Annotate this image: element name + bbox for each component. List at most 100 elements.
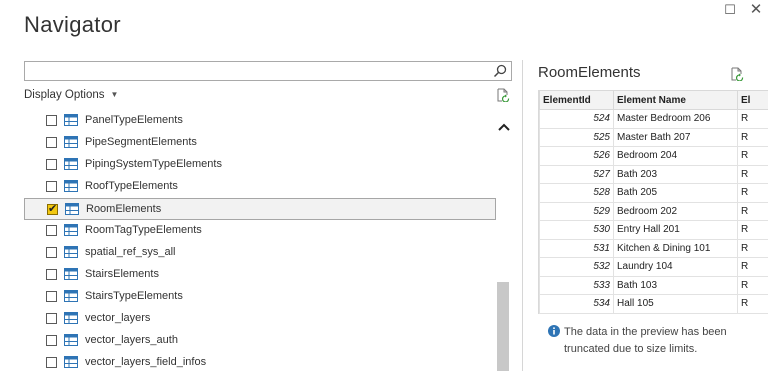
checkbox-checked[interactable]: ✔	[47, 203, 58, 215]
checkbox[interactable]	[46, 291, 57, 302]
table-icon	[65, 203, 79, 215]
checkmark-icon: ✔	[48, 203, 58, 215]
scroll-up-arrow-icon[interactable]	[497, 120, 511, 134]
table-icon	[64, 268, 78, 280]
nav-item-label: StairsTypeElements	[85, 290, 183, 302]
cell-element-name: Kitchen & Dining 101	[613, 238, 738, 258]
search-icon[interactable]	[493, 64, 507, 78]
checkbox[interactable]	[46, 225, 57, 236]
refresh-preview-icon[interactable]	[730, 67, 744, 81]
table-icon	[64, 290, 78, 302]
table-row: 529 Bedroom 202 R	[539, 201, 768, 221]
nav-item[interactable]: vector_layers_field_infos	[24, 352, 496, 371]
scrollbar[interactable]	[496, 110, 512, 371]
chevron-down-icon: ▼	[110, 90, 119, 99]
nav-item-label: RoomTagTypeElements	[85, 224, 202, 236]
cell-truncated: R	[737, 220, 768, 240]
table-row: 528 Bath 205 R	[539, 183, 768, 203]
nav-item-label: vector_layers_auth	[85, 334, 178, 346]
cell-element-id: 527	[539, 164, 614, 184]
cell-element-name: Bath 203	[613, 164, 738, 184]
nav-item-label: StairsElements	[85, 268, 159, 280]
nav-item[interactable]: vector_layers	[24, 308, 496, 330]
table-icon	[64, 180, 78, 192]
truncation-notice: The data in the preview has been truncat…	[564, 326, 727, 355]
cell-element-id: 532	[539, 257, 614, 277]
cell-element-id: 533	[539, 275, 614, 295]
nav-item[interactable]: ✔ RoomElements	[24, 198, 496, 220]
checkbox[interactable]	[46, 115, 57, 126]
checkbox[interactable]	[46, 269, 57, 280]
cell-truncated: R	[737, 109, 768, 129]
table-icon	[64, 114, 78, 126]
cell-element-id: 528	[539, 183, 614, 203]
nav-item[interactable]: vector_layers_auth	[24, 330, 496, 352]
table-row: 534 Hall 105 R	[539, 294, 768, 314]
table-row: 525 Master Bath 207 R	[539, 127, 768, 147]
cell-element-name: Bedroom 204	[613, 146, 738, 166]
navigator-tree: PanelTypeElements PipeSegmentElements Pipi…	[24, 110, 496, 371]
cell-truncated: R	[737, 238, 768, 258]
table-icon	[64, 312, 78, 324]
cell-element-id: 534	[539, 294, 614, 314]
checkbox[interactable]	[46, 335, 57, 346]
refresh-icon[interactable]	[496, 88, 510, 102]
display-options-dropdown[interactable]: Display Options ▼	[24, 89, 118, 101]
table-icon	[64, 224, 78, 236]
table-row: 530 Entry Hall 201 R	[539, 220, 768, 240]
nav-item[interactable]: StairsElements	[24, 264, 496, 286]
table-row: 531 Kitchen & Dining 101 R	[539, 238, 768, 258]
column-header-element-name[interactable]: Element Name	[613, 90, 738, 110]
checkbox[interactable]	[46, 159, 57, 170]
checkbox[interactable]	[46, 357, 57, 368]
nav-item-label: vector_layers_field_infos	[85, 356, 207, 368]
column-header-truncated[interactable]: El	[737, 90, 768, 110]
maximize-icon[interactable]: ☐	[722, 2, 738, 18]
window-title: Navigator	[24, 12, 121, 37]
nav-item-label: vector_layers	[85, 312, 151, 324]
nav-item[interactable]: PipeSegmentElements	[24, 132, 496, 154]
nav-item-label: PipeSegmentElements	[85, 136, 197, 148]
table-row: 524 Master Bedroom 206 R	[539, 109, 768, 129]
nav-item[interactable]: PanelTypeElements	[24, 110, 496, 132]
nav-item[interactable]: RoofTypeElements	[24, 176, 496, 198]
preview-title: RoomElements	[538, 64, 641, 81]
cell-truncated: R	[737, 183, 768, 203]
scrollbar-thumb[interactable]	[497, 282, 509, 371]
nav-item-label: RoofTypeElements	[85, 180, 178, 192]
cell-element-id: 525	[539, 127, 614, 147]
table-icon	[64, 246, 78, 258]
checkbox[interactable]	[46, 137, 57, 148]
checkbox[interactable]	[46, 247, 57, 258]
search-input[interactable]	[25, 62, 485, 80]
preview-table: ElementId Element Name El 524 Master Bedr…	[538, 90, 768, 314]
nav-item[interactable]: spatial_ref_sys_all	[24, 242, 496, 264]
nav-item[interactable]: StairsTypeElements	[24, 286, 496, 308]
cell-element-id: 526	[539, 146, 614, 166]
info-icon	[548, 325, 560, 337]
pane-divider	[522, 60, 523, 371]
table-icon	[64, 356, 78, 368]
search-box	[24, 61, 512, 81]
cell-element-id: 530	[539, 220, 614, 240]
cell-element-name: Master Bedroom 206	[613, 109, 738, 129]
cell-element-name: Bath 205	[613, 183, 738, 203]
display-options-label: Display Options	[24, 89, 105, 101]
nav-item[interactable]: PipingSystemTypeElements	[24, 154, 496, 176]
table-row: 527 Bath 203 R	[539, 164, 768, 184]
nav-item[interactable]: RoomTagTypeElements	[24, 220, 496, 242]
table-icon	[64, 334, 78, 346]
column-header-elementid[interactable]: ElementId	[539, 90, 614, 110]
checkbox[interactable]	[46, 181, 57, 192]
table-row: 532 Laundry 104 R	[539, 257, 768, 277]
nav-item-label: PanelTypeElements	[85, 114, 183, 126]
cell-element-name: Entry Hall 201	[613, 220, 738, 240]
cell-element-name: Bath 103	[613, 275, 738, 295]
cell-truncated: R	[737, 257, 768, 277]
cell-element-name: Master Bath 207	[613, 127, 738, 147]
checkbox[interactable]	[46, 313, 57, 324]
cell-element-id: 524	[539, 109, 614, 129]
table-icon	[64, 158, 78, 170]
cell-element-name: Laundry 104	[613, 257, 738, 277]
close-icon[interactable]: ✕	[748, 2, 764, 18]
